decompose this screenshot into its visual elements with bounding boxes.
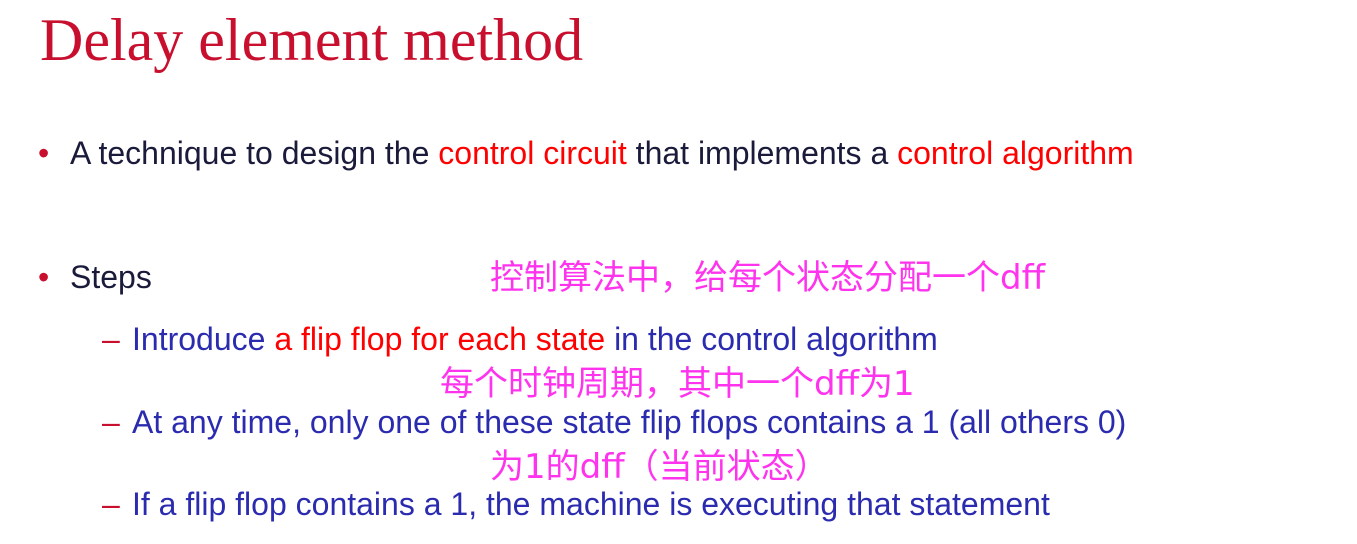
sub-bullet-one-hot: – At any time, only one of these state fl… <box>102 402 1126 442</box>
bullet-steps: • Steps <box>38 257 152 297</box>
bullet-technique: • A technique to design the control circu… <box>38 133 1134 173</box>
sub-text-part1: Introduce <box>132 321 275 357</box>
highlight-control-algorithm: control algorithm <box>897 135 1134 171</box>
sub-bullet-executing: – If a flip flop contains a 1, the machin… <box>102 484 1050 524</box>
sub-bullet-marker: – <box>102 321 120 357</box>
bullet-text-part1: A technique to design the <box>70 135 439 171</box>
sub-text: At any time, only one of these state fli… <box>132 404 1127 440</box>
bullet-marker: • <box>38 259 50 295</box>
sub-text: If a flip flop contains a 1, the machine… <box>132 486 1050 522</box>
annotation-current-state: 为1的dff（当前状态） <box>490 447 829 487</box>
annotation-assign-dff: 控制算法中，给每个状态分配一个dff <box>490 258 1046 298</box>
annotation-one-dff-per-cycle: 每个时钟周期，其中一个dff为1 <box>440 364 915 404</box>
highlight-control-circuit: control circuit <box>438 135 627 171</box>
sub-text-part3: in the control algorithm <box>605 321 938 357</box>
sub-bullet-marker: – <box>102 486 120 522</box>
slide-title: Delay element method <box>40 7 584 73</box>
bullet-steps-text: Steps <box>70 259 152 295</box>
sub-bullet-marker: – <box>102 404 120 440</box>
bullet-text-part3: that implements a <box>626 135 898 171</box>
sub-bullet-introduce: – Introduce a flip flop for each state in… <box>102 319 938 359</box>
bullet-marker: • <box>38 135 50 171</box>
highlight-flip-flop-per-state: a flip flop for each state <box>274 321 606 357</box>
